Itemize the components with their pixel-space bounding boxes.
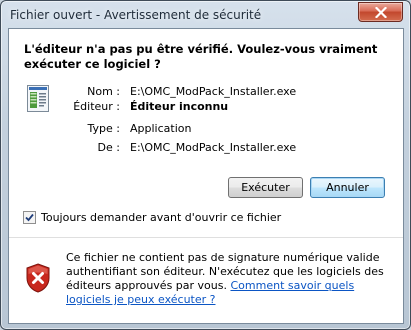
type-label: Type : xyxy=(87,122,120,135)
always-ask-checkbox[interactable] xyxy=(23,210,36,224)
divider xyxy=(9,237,403,238)
application-file-icon xyxy=(27,85,49,112)
checkmark-icon xyxy=(25,213,34,221)
close-icon xyxy=(374,6,387,18)
name-label: Nom : xyxy=(87,85,120,98)
run-button[interactable]: Exécuter xyxy=(228,177,303,198)
type-value: Application xyxy=(130,122,192,135)
always-ask-option[interactable]: Toujours demander avant d'ouvrir ce fich… xyxy=(23,210,281,224)
always-ask-label: Toujours demander avant d'ouvrir ce fich… xyxy=(41,210,282,224)
publisher-value: Éditeur inconnu xyxy=(130,100,229,113)
dialog-heading: L'éditeur n'a pas pu être vérifié. Voule… xyxy=(24,42,378,71)
name-value: E:\OMC_ModPack_Installer.exe xyxy=(130,85,297,98)
publisher-label: Éditeur : xyxy=(73,100,120,113)
from-label: De : xyxy=(97,141,120,154)
security-shield-error-icon xyxy=(26,263,50,293)
warning-message: Ce fichier ne contient pas de signature … xyxy=(66,251,386,307)
dialog-content: L'éditeur n'a pas pu être vérifié. Voule… xyxy=(8,28,404,324)
security-warning-dialog: Fichier ouvert - Avertissement de sécuri… xyxy=(0,0,411,330)
window-title: Fichier ouvert - Avertissement de sécuri… xyxy=(10,8,262,22)
close-button[interactable] xyxy=(358,2,403,22)
from-value: E:\OMC_ModPack_Installer.exe xyxy=(130,141,297,154)
cancel-button[interactable]: Annuler xyxy=(310,177,385,198)
